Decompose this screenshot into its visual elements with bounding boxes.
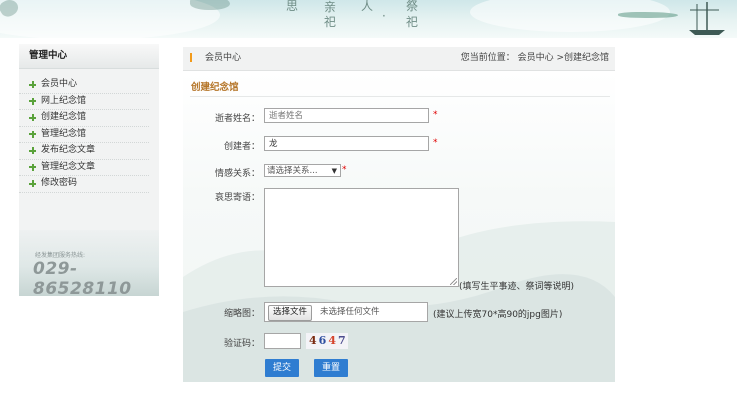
sidebar-item-manage-memorial[interactable]: 管理纪念馆 xyxy=(19,127,149,143)
captcha-digit: 6 xyxy=(318,334,329,347)
message-label: 哀思寄语： xyxy=(214,193,260,203)
captcha-input[interactable] xyxy=(264,333,301,349)
plus-icon xyxy=(29,180,36,187)
content-header: 会员中心 您当前位置： 会员中心 >创建纪念馆 xyxy=(183,47,615,71)
plus-icon xyxy=(29,114,36,121)
sidebar-item-label: 创建纪念馆 xyxy=(41,112,87,122)
banner-char: 祀 xyxy=(406,15,419,29)
sidebar-item-label: 网上纪念馆 xyxy=(41,95,87,106)
sidebar-item-label: 管理纪念文章 xyxy=(41,161,96,172)
sidebar-item-label: 会员中心 xyxy=(41,79,78,89)
message-textarea[interactable] xyxy=(264,188,459,287)
breadcrumb: 您当前位置： 会员中心 >创建纪念馆 xyxy=(460,53,609,63)
sidebar-title: 管理中心 xyxy=(19,44,159,69)
banner-char: 祭 xyxy=(406,0,419,13)
hotline-label: 经发集团服务热线: xyxy=(35,252,86,259)
relation-select[interactable]: 请选择关系... ▼ xyxy=(264,164,341,177)
plus-icon xyxy=(29,130,36,138)
thumbnail-label: 缩略图： xyxy=(223,309,260,319)
captcha-digit: 4 xyxy=(328,334,338,347)
plus-icon xyxy=(29,163,36,171)
file-status: 未选择任何文件 xyxy=(320,307,380,317)
deceased-name-input[interactable] xyxy=(264,108,429,123)
hotline-number: 029-86528110 xyxy=(33,259,132,299)
sidebar-item-label: 修改密码 xyxy=(41,178,78,188)
captcha-digit: 7 xyxy=(337,334,348,347)
header-banner: 思 亲 人 · 祭 祀 祀 xyxy=(0,0,737,38)
relation-select-value: 请选择关系... xyxy=(267,166,318,176)
section-name: 会员中心 xyxy=(205,53,242,63)
sidebar-item-change-password[interactable]: 修改密码 xyxy=(19,176,149,193)
boat-icon xyxy=(689,2,725,35)
form-title: 创建纪念馆 xyxy=(191,82,239,93)
banner-char: · xyxy=(382,9,386,23)
captcha-digit: 4 xyxy=(309,334,319,347)
reset-button[interactable]: 重置 xyxy=(314,359,349,377)
submit-button[interactable]: 提交 xyxy=(265,359,300,377)
banner-char: 祀 xyxy=(324,15,337,29)
sidebar: 管理中心 会员中心 网上纪念馆 创建纪念馆 管理纪念馆 发布纪念文章 管理纪念文… xyxy=(19,44,159,299)
captcha-image[interactable]: 4647 xyxy=(306,333,348,349)
sidebar-item-label: 发布纪念文章 xyxy=(41,145,96,155)
message-hint: (填写生平事迹、祭词等说明) xyxy=(459,282,575,292)
relation-label: 情感关系： xyxy=(214,169,260,179)
required-mark: * xyxy=(433,138,438,148)
banner-char: 人 xyxy=(361,0,374,13)
deceased-name-label: 逝者姓名： xyxy=(214,114,260,124)
resize-grip-icon[interactable] xyxy=(450,278,457,285)
sidebar-item-create-memorial[interactable]: 创建纪念馆 xyxy=(19,110,149,127)
hotline-panel: 经发集团服务热线: 029-86528110 xyxy=(19,230,159,299)
creator-label: 创建者： xyxy=(223,142,260,152)
sidebar-item-publish-article[interactable]: 发布纪念文章 xyxy=(19,143,149,160)
plus-icon xyxy=(29,81,36,88)
sidebar-menu: 会员中心 网上纪念馆 创建纪念馆 管理纪念馆 发布纪念文章 管理纪念文章 修改密… xyxy=(19,77,159,193)
banner-char: 思 xyxy=(286,0,299,13)
mist-decoration xyxy=(0,0,220,38)
creator-input[interactable] xyxy=(264,136,429,151)
plus-icon xyxy=(29,97,36,105)
sidebar-item-member-center[interactable]: 会员中心 xyxy=(19,77,149,94)
required-mark: * xyxy=(433,110,438,120)
sidebar-item-manage-articles[interactable]: 管理纪念文章 xyxy=(19,160,149,176)
chevron-down-icon: ▼ xyxy=(331,167,337,175)
plus-icon xyxy=(29,147,36,154)
sidebar-item-label: 管理纪念馆 xyxy=(41,128,87,139)
ink-wash-decoration xyxy=(190,0,230,10)
divider xyxy=(190,96,610,97)
sidebar-item-online-memorial[interactable]: 网上纪念馆 xyxy=(19,94,149,110)
captcha-label: 验证码： xyxy=(223,339,260,349)
section-marker xyxy=(190,53,192,62)
thumbnail-hint: (建议上传宽70*高90的jpg图片) xyxy=(433,310,563,320)
ink-wash-decoration xyxy=(618,12,678,18)
choose-file-button[interactable]: 选择文件 xyxy=(268,305,313,321)
thumbnail-file-input: 选择文件 未选择任何文件 xyxy=(264,302,428,322)
required-mark: * xyxy=(342,165,347,175)
